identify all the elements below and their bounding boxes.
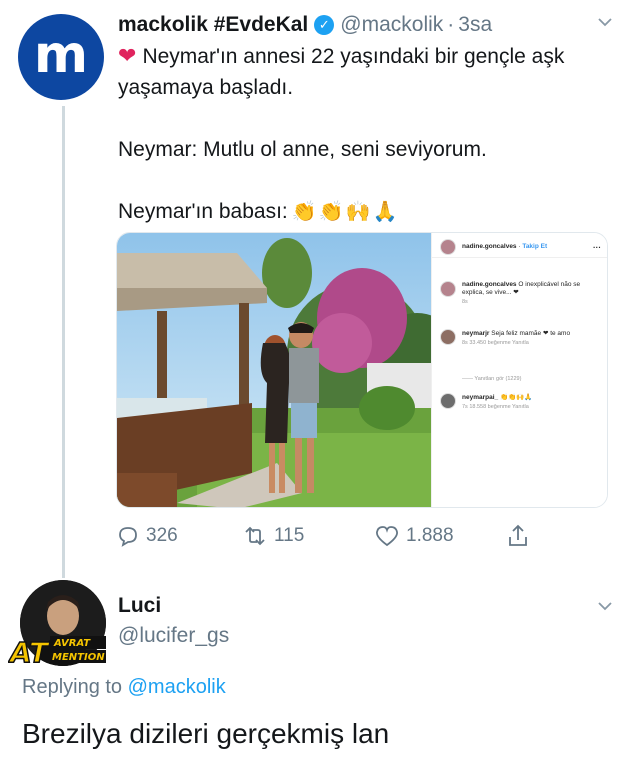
share-button[interactable] [506,520,536,552]
ig-comment: neymarpai_ 👏👏🙌🙏 7s 18.558 beğenme Yanıtl… [440,393,603,410]
svg-text:AVRAT: AVRAT [53,638,91,649]
tweet-action-bar: 326 115 1.888 [116,520,536,552]
avatar-logo-letter: m [33,25,89,85]
ig-post-header: nadine.goncalves · Takip Et [440,239,603,255]
reply-button[interactable]: 326 [116,520,178,552]
ig-view-replies: —— Yanıtları gör (1229) [462,376,522,382]
tweet-text: ❤ Neymar'ın annesi 22 yaşındaki bir gençl… [118,40,608,228]
reply-author-handle[interactable]: @lucifer_gs [118,624,229,648]
replying-to-link[interactable]: @mackolik [128,676,226,698]
ig-avatar [440,239,456,255]
verified-badge-icon: ✓ [314,15,335,35]
atmention-badge-logo: AT AVRAT MENTION [8,635,106,668]
clapping-emojis: 👏👏🙌🙏 [291,201,400,223]
tweet-media-image[interactable]: nadine.goncalves · Takip Et ··· nadine.g… [116,232,608,508]
instagram-comments-panel: nadine.goncalves · Takip Et ··· nadine.g… [431,233,607,507]
thread-connector-line [62,106,65,578]
chevron-down-icon[interactable] [597,14,613,30]
svg-text:MENTION: MENTION [52,652,105,663]
ig-comment: nadine.goncalves O inexplicável não se e… [440,281,603,305]
tweet-line-1: ❤ Neymar'ın annesi 22 yaşındaki bir gençl… [118,43,565,99]
tweet-line-3: Neymar'ın babası: 👏👏🙌🙏 [118,200,400,223]
separator-dot: · [447,13,455,36]
ig-divider [432,257,607,258]
reply-count: 326 [146,525,178,546]
ig-avatar [440,393,456,409]
heart-icon [376,526,398,547]
mackolik-avatar[interactable]: m [18,14,104,100]
reply-icon [119,527,137,547]
chevron-down-icon[interactable] [597,598,613,614]
retweet-button[interactable]: 115 [242,520,304,552]
red-heart-icon: ❤ [118,43,137,68]
reply-tweet-text: Brezilya dizileri gerçekmiş lan [22,718,390,749]
reply-author-name[interactable]: Luci [118,594,161,618]
retweet-icon [245,526,265,546]
share-icon [509,524,527,546]
ig-comment: neymarjr Seja feliz mamãe ❤ te amo 8s 33… [440,329,603,346]
more-options-icon: ··· [593,243,601,252]
like-button[interactable]: 1.888 [374,520,454,552]
author-name[interactable]: mackolik #EvdeKal [118,13,308,37]
replying-to-line: Replying to @mackolik [22,676,226,698]
author-handle[interactable]: @mackolik [340,13,443,37]
svg-text:AT: AT [8,636,50,668]
like-count: 1.888 [406,525,454,546]
tweet-timestamp[interactable]: 3sa [458,13,492,37]
tweet-header: mackolik #EvdeKal ✓ @mackolik · 3sa [118,10,615,40]
retweet-count: 115 [274,525,305,546]
tweet-line-2: Neymar: Mutlu ol anne, seni seviyorum. [118,138,487,161]
ig-avatar [440,329,456,345]
ig-avatar [440,281,456,297]
couple-photo [117,233,431,507]
